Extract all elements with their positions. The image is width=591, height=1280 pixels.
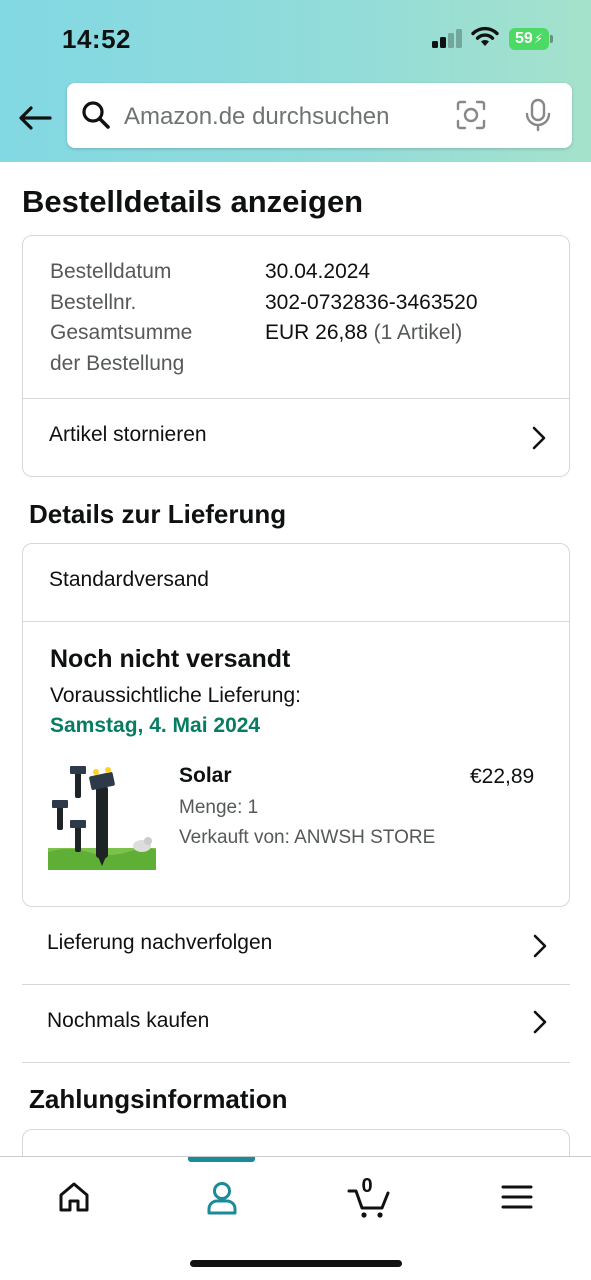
shipment-status: Noch nicht versandt <box>50 645 291 673</box>
account-icon[interactable] <box>192 1175 252 1219</box>
buy-again-row[interactable]: Nochmals kaufen <box>22 985 570 1062</box>
app-header: 14:52 59 ⚡ Amazon.de durchsuchen <box>0 0 591 162</box>
order-total-label: Gesamtsumme der Bestellung <box>50 317 192 379</box>
camera-icon[interactable] <box>455 99 487 131</box>
order-date-label: Bestelldatum <box>50 260 172 283</box>
cart-count: 0 <box>361 1175 373 1197</box>
eta-date: Samstag, 4. Mai 2024 <box>50 714 261 737</box>
divider <box>22 1062 570 1063</box>
wifi-icon <box>471 26 499 46</box>
product-seller: Verkauft von: ANWSH STORE <box>179 827 436 848</box>
order-number-label: Bestellnr. <box>50 291 137 314</box>
product-price: €22,89 <box>470 765 535 788</box>
order-total-label-line2: der Bestellung <box>50 352 185 375</box>
chevron-right-icon <box>533 1010 547 1034</box>
track-delivery-label: Lieferung nachverfolgen <box>47 931 273 954</box>
delivery-card: Standardversand Noch nicht versandt Vora… <box>22 543 570 907</box>
order-date-value: 30.04.2024 <box>265 260 371 283</box>
order-total-items: (1 Artikel) <box>373 321 463 344</box>
product-quantity: Menge: 1 <box>179 797 259 818</box>
order-number-value: 302-0732836-3463520 <box>265 291 478 314</box>
payment-section-title: Zahlungsinformation <box>29 1084 288 1114</box>
active-tab-indicator <box>188 1157 255 1162</box>
search-input[interactable]: Amazon.de durchsuchen <box>67 83 572 148</box>
back-arrow-icon[interactable] <box>14 98 54 138</box>
order-total-amount: EUR 26,88 <box>265 321 368 344</box>
search-placeholder: Amazon.de durchsuchen <box>124 103 390 130</box>
product-image[interactable] <box>48 766 156 870</box>
search-icon <box>82 101 110 129</box>
chevron-right-icon <box>532 426 546 450</box>
page-title: Bestelldetails anzeigen <box>22 184 364 219</box>
chevron-right-icon <box>533 934 547 958</box>
home-indicator <box>190 1260 402 1267</box>
cancel-items-row[interactable]: Artikel stornieren <box>23 399 569 477</box>
cancel-items-label: Artikel stornieren <box>49 423 207 446</box>
eta-label: Voraussichtliche Lieferung: <box>50 684 301 707</box>
menu-icon[interactable] <box>487 1175 547 1219</box>
product-name[interactable]: Solar <box>179 764 232 788</box>
microphone-icon[interactable] <box>523 98 553 132</box>
track-delivery-row[interactable]: Lieferung nachverfolgen <box>22 907 570 984</box>
status-time: 14:52 <box>62 24 131 54</box>
battery-level: 59 <box>515 30 533 47</box>
delivery-section-title: Details zur Lieferung <box>29 499 287 529</box>
buy-again-label: Nochmals kaufen <box>47 1009 210 1032</box>
order-summary-card: Bestelldatum 30.04.2024 Bestellnr. 302-0… <box>22 235 570 477</box>
order-total-label-line1: Gesamtsumme <box>50 321 193 344</box>
shipping-method: Standardversand <box>49 568 209 591</box>
signal-icon <box>432 28 464 48</box>
order-total-value: EUR 26,88 (1 Artikel) <box>265 317 462 348</box>
divider <box>23 621 569 622</box>
home-icon[interactable] <box>44 1175 104 1219</box>
cart-icon[interactable]: 0 <box>340 1175 400 1219</box>
battery-icon: 59 ⚡ <box>509 28 549 50</box>
